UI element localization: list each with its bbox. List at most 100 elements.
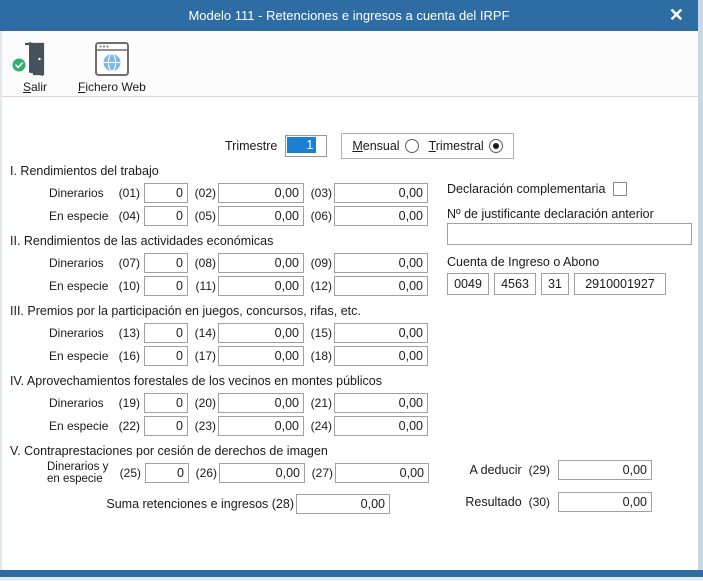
form-body: Trimestre 1 Mensual Trimestral I. Rendim… — [2, 98, 698, 570]
box-08-field[interactable]: 0,00 — [218, 253, 304, 273]
field-code: (13) — [114, 326, 140, 340]
salir-button[interactable]: Salir — [20, 36, 50, 94]
window-bottom-border — [0, 570, 703, 577]
box-15-field[interactable]: 0,00 — [334, 323, 428, 343]
field-code: (30) — [529, 495, 550, 509]
box-25-field[interactable]: 0 — [145, 463, 189, 483]
box-16-field[interactable]: 0 — [144, 346, 188, 366]
row-label: En especie — [49, 349, 114, 363]
trimestre-label: Trimestre — [225, 139, 277, 153]
field-code: (12) — [304, 279, 332, 293]
field-code: (16) — [114, 349, 140, 363]
section-aprovechamientos-forestales: IV. Aprovechamientos forestales de los v… — [2, 372, 698, 436]
box-23-field[interactable]: 0,00 — [218, 416, 304, 436]
box-11-field[interactable]: 0,00 — [218, 276, 304, 296]
field-code: (14) — [188, 326, 216, 340]
box-03-field[interactable]: 0,00 — [334, 183, 428, 203]
field-code: (11) — [188, 279, 216, 293]
field-code: (19) — [114, 396, 140, 410]
modelo-111-window: Modelo 111 - Retenciones e ingresos a cu… — [0, 0, 703, 581]
field-code: (18) — [304, 349, 332, 363]
justificante-input[interactable] — [447, 223, 692, 245]
field-code: (23) — [188, 419, 216, 433]
box-18-field[interactable]: 0,00 — [334, 346, 428, 366]
field-code: (17) — [188, 349, 216, 363]
box-20-field[interactable]: 0,00 — [218, 393, 304, 413]
window-bottom-shadow — [0, 577, 703, 581]
field-code: (24) — [304, 419, 332, 433]
box-24-field[interactable]: 0,00 — [334, 416, 428, 436]
box-22-field[interactable]: 0 — [144, 416, 188, 436]
cuenta-sucursal-field[interactable]: 4563 — [494, 273, 536, 295]
box-06-field[interactable]: 0,00 — [334, 206, 428, 226]
box-02-field[interactable]: 0,00 — [218, 183, 304, 203]
trimestral-radio-circle[interactable] — [489, 139, 503, 153]
box-14-field[interactable]: 0,00 — [218, 323, 304, 343]
row-label: En especie — [49, 279, 114, 293]
box-05-field[interactable]: 0,00 — [218, 206, 304, 226]
section-title: I. Rendimientos del trabajo — [10, 162, 698, 180]
suma-label: Suma retenciones e ingresos (28) — [2, 497, 294, 511]
trimestral-label: Trimestral — [429, 139, 484, 153]
box-27-field[interactable]: 0,00 — [335, 463, 429, 483]
box-10-field[interactable]: 0 — [144, 276, 188, 296]
row-label: Dinerarios — [49, 256, 114, 270]
box-19-field[interactable]: 0 — [144, 393, 188, 413]
a-deducir-label: A deducir — [470, 463, 522, 477]
window-title: Modelo 111 - Retenciones e ingresos a cu… — [188, 8, 509, 23]
field-code: (28) — [272, 497, 294, 511]
field-code: (04) — [114, 209, 140, 223]
form-row: En especie (22) 0 (23) 0,00 (24) 0,00 — [2, 416, 698, 436]
box-29-field[interactable]: 0,00 — [558, 460, 652, 480]
period-type-groupbox: Mensual Trimestral — [341, 133, 513, 159]
cuenta-dc-field[interactable]: 31 — [541, 273, 569, 295]
trimestre-input[interactable]: 1 — [285, 135, 327, 157]
row-label: En especie — [49, 419, 114, 433]
trimestral-radio[interactable]: Trimestral — [429, 139, 503, 153]
field-code: (27) — [305, 466, 333, 480]
fichero-web-button[interactable]: Fichero Web — [78, 36, 146, 94]
field-code: (10) — [114, 279, 140, 293]
field-code: (02) — [188, 186, 216, 200]
field-code: (22) — [114, 419, 140, 433]
field-code: (21) — [304, 396, 332, 410]
mensual-radio[interactable]: Mensual — [352, 139, 418, 153]
box-26-field[interactable]: 0,00 — [219, 463, 305, 483]
cuenta-label: Cuenta de Ingreso o Abono — [447, 253, 697, 271]
field-code: (05) — [188, 209, 216, 223]
form-row: En especie (16) 0 (17) 0,00 (18) 0,00 — [2, 346, 698, 366]
box-12-field[interactable]: 0,00 — [334, 276, 428, 296]
field-code: (09) — [304, 256, 332, 270]
field-code: (01) — [114, 186, 140, 200]
complementaria-checkbox[interactable] — [613, 182, 627, 196]
check-badge-icon — [12, 58, 26, 77]
box-04-field[interactable]: 0 — [144, 206, 188, 226]
salir-label: Salir — [23, 80, 47, 94]
form-row: Dinerarios (19) 0 (20) 0,00 (21) 0,00 — [2, 393, 698, 413]
box-30-field[interactable]: 0,00 — [558, 492, 652, 512]
box-07-field[interactable]: 0 — [144, 253, 188, 273]
close-icon[interactable]: ✕ — [669, 3, 684, 27]
mensual-radio-circle[interactable] — [405, 139, 419, 153]
field-code: (06) — [304, 209, 332, 223]
justificante-label: Nº de justificante declaración anterior — [447, 205, 697, 223]
field-code: (08) — [188, 256, 216, 270]
field-code: (20) — [188, 396, 216, 410]
cuenta-numero-field[interactable]: 2910001927 — [574, 273, 666, 295]
box-28-field[interactable]: 0,00 — [296, 494, 390, 514]
field-code: (07) — [114, 256, 140, 270]
form-row: Dinerarios (13) 0 (14) 0,00 (15) 0,00 — [2, 323, 698, 343]
right-panel: Declaración complementaria Nº de justifi… — [447, 180, 697, 295]
mensual-label: Mensual — [352, 139, 399, 153]
window-right-border — [698, 0, 703, 581]
box-01-field[interactable]: 0 — [144, 183, 188, 203]
cuenta-banco-field[interactable]: 0049 — [447, 273, 489, 295]
resultado-label: Resultado — [465, 495, 521, 509]
box-21-field[interactable]: 0,00 — [334, 393, 428, 413]
box-13-field[interactable]: 0 — [144, 323, 188, 343]
box-09-field[interactable]: 0,00 — [334, 253, 428, 273]
box-17-field[interactable]: 0,00 — [218, 346, 304, 366]
row-label: Dinerarios — [49, 186, 114, 200]
row-label: Dinerarios y en especie — [47, 461, 115, 485]
row-label: Dinerarios — [49, 396, 114, 410]
